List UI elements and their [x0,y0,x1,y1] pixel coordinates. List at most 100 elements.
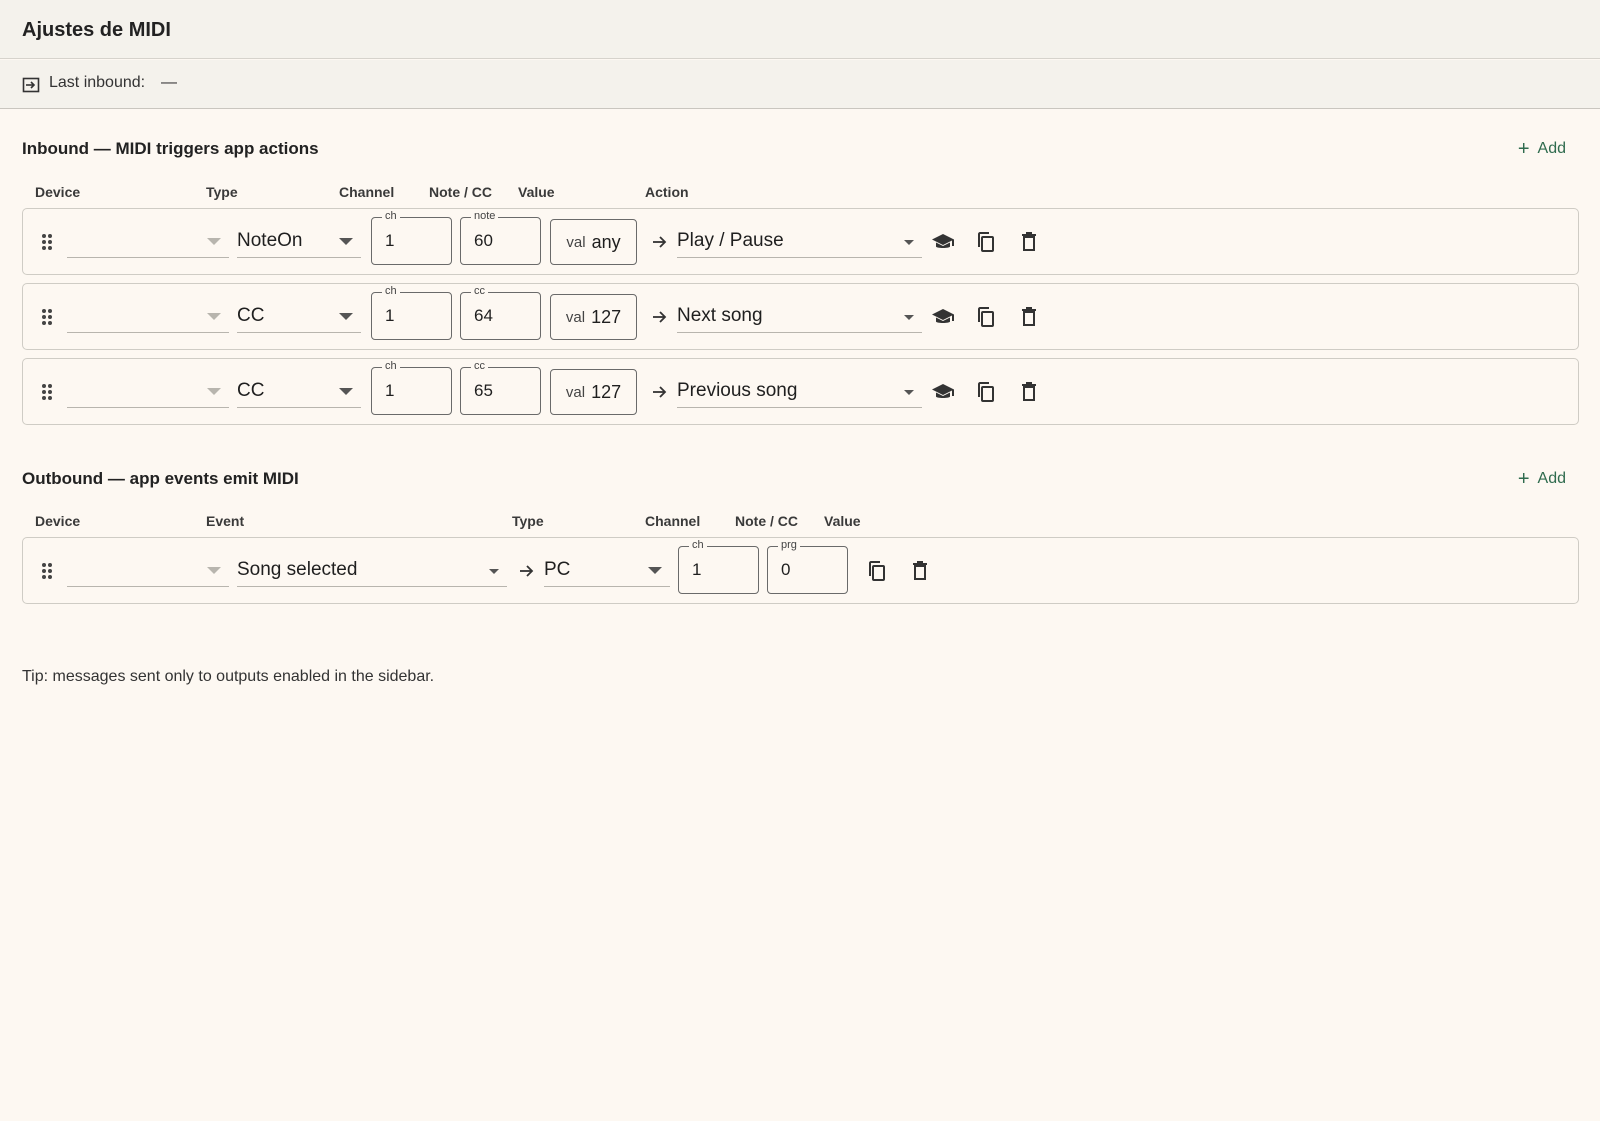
learn-icon[interactable] [931,380,955,404]
inbound-col-device: Device [35,184,81,200]
drag-handle-icon[interactable] [40,307,54,327]
trash-icon[interactable] [1017,380,1041,404]
channel-field-label: ch [689,538,707,552]
chevron-down-icon [489,569,499,574]
program-field-label: prg [778,538,800,552]
chevron-down-icon [904,390,914,395]
type-select[interactable]: CC [237,299,361,333]
inbound-add-button[interactable]: + Add [1517,138,1566,160]
trash-icon[interactable] [1017,230,1041,254]
channel-field[interactable]: ch 1 [371,284,452,340]
cc-field[interactable]: cc 64 [460,284,541,340]
value-value: 127 [591,381,622,402]
duplicate-icon[interactable] [974,380,998,404]
outbound-col-value: Value [824,513,861,529]
value-value: 127 [591,306,622,327]
plus-icon: + [1517,468,1530,490]
inbound-col-note-cc: Note / CC [429,184,492,200]
type-select[interactable]: PC [544,553,670,587]
device-select[interactable] [67,374,229,408]
device-select[interactable] [67,553,229,587]
inbound-col-action: Action [645,184,689,200]
chevron-down-icon [339,388,353,395]
arrow-right-icon [520,565,534,577]
last-inbound-label: Last inbound: [49,74,146,91]
arrow-right-icon [653,386,667,398]
chevron-down-icon [207,567,221,574]
learn-icon[interactable] [931,230,955,254]
inbound-col-channel: Channel [339,184,395,200]
value-field[interactable]: val 127 [550,294,637,340]
inbound-col-type: Type [206,184,238,200]
duplicate-icon[interactable] [974,305,998,329]
channel-field-label: ch [382,284,400,298]
action-select[interactable]: Previous song [677,374,922,408]
event-select[interactable]: Song selected [237,553,507,587]
type-select[interactable]: NoteOn [237,224,361,258]
program-value: 0 [781,560,791,579]
drag-handle-icon[interactable] [40,232,54,252]
cc-field-label: cc [471,359,488,373]
title-bar: Ajustes de MIDI [0,0,1600,59]
type-select[interactable]: CC [237,374,361,408]
outbound-add-button[interactable]: + Add [1517,468,1566,490]
channel-field[interactable]: ch 1 [371,359,452,415]
type-value: NoteOn [237,230,303,251]
outbound-add-label: Add [1537,470,1566,487]
inbound-row: CC ch 1 cc 65 val 127 Previous song [22,358,1579,425]
duplicate-icon[interactable] [865,559,889,583]
value-field[interactable]: val any [550,219,637,265]
cc-value: 64 [474,306,493,325]
program-field[interactable]: prg 0 [767,538,848,594]
trash-icon[interactable] [908,559,932,583]
plus-icon: + [1517,138,1530,160]
note-field[interactable]: note 60 [460,209,541,265]
channel-value: 1 [385,306,395,325]
channel-value: 1 [385,381,395,400]
inbound-add-label: Add [1537,140,1566,157]
last-inbound-value: — [161,74,177,91]
chevron-down-icon [207,238,221,245]
status-bar: Last inbound: — [0,60,1600,109]
cc-field[interactable]: cc 65 [460,359,541,415]
arrow-right-icon [653,236,667,248]
device-select[interactable] [67,299,229,333]
chevron-down-icon [904,240,914,245]
action-value: Next song [677,305,763,326]
drag-handle-icon[interactable] [40,561,54,581]
outbound-col-type: Type [512,513,544,529]
value-value: any [591,231,621,252]
chevron-down-icon [339,238,353,245]
channel-value: 1 [385,231,395,250]
learn-icon[interactable] [931,305,955,329]
inbound-row: NoteOn ch 1 note 60 val any Play / Pause [22,208,1579,275]
channel-field-label: ch [382,359,400,373]
inbound-col-value: Value [518,184,555,200]
trash-icon[interactable] [1017,305,1041,329]
outbound-col-device: Device [35,513,81,529]
type-value: CC [237,305,265,326]
value-field-label: val [565,308,586,326]
device-select[interactable] [67,224,229,258]
event-value: Song selected [237,559,358,580]
action-select[interactable]: Play / Pause [677,224,922,258]
window-title: Ajustes de MIDI [22,19,171,41]
channel-field-label: ch [382,209,400,223]
note-field-label: note [471,209,499,223]
drag-handle-icon[interactable] [40,382,54,402]
value-field[interactable]: val 127 [550,369,637,415]
duplicate-icon[interactable] [974,230,998,254]
note-value: 60 [474,231,493,250]
arrow-right-icon [653,311,667,323]
outbound-row: Song selected PC ch 1 prg 0 [22,537,1579,604]
value-field-label: val [565,383,586,401]
chevron-down-icon [904,315,914,320]
chevron-down-icon [648,567,662,574]
cc-value: 65 [474,381,493,400]
chevron-down-icon [207,388,221,395]
channel-field[interactable]: ch 1 [371,209,452,265]
action-select[interactable]: Next song [677,299,922,333]
chevron-down-icon [207,313,221,320]
channel-field[interactable]: ch 1 [678,538,759,594]
action-value: Play / Pause [677,230,784,251]
